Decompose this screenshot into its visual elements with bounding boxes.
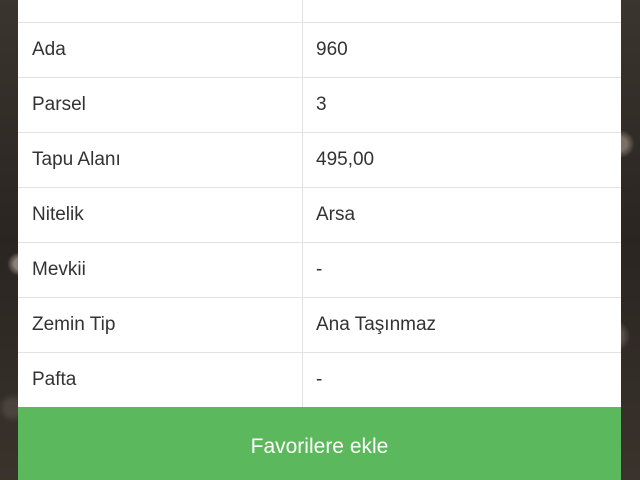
row-value: -: [302, 242, 621, 298]
row-label: Parsel: [18, 77, 303, 133]
row-value: Arsa: [302, 187, 621, 243]
add-to-favorites-button[interactable]: Favorilere ekle: [18, 407, 621, 480]
row-value: 960: [302, 22, 621, 78]
row-label: Pafta: [18, 352, 303, 408]
row-label: Mevkii: [18, 242, 303, 298]
table-row: Ada 960: [18, 22, 621, 78]
row-label: Tapu Alanı: [18, 132, 303, 188]
table-row: Zemin Tip Ana Taşınmaz: [18, 297, 621, 353]
table-row: Mevkii -: [18, 242, 621, 298]
row-value: 495,00: [302, 132, 621, 188]
row-value: 125565: [302, 0, 621, 23]
row-label: Mahalle No: [18, 0, 303, 23]
row-value: 3: [302, 77, 621, 133]
row-label: Ada: [18, 22, 303, 78]
table-row: Tapu Alanı 495,00: [18, 132, 621, 188]
row-value: -: [302, 352, 621, 408]
row-label: Nitelik: [18, 187, 303, 243]
row-label: Zemin Tip: [18, 297, 303, 353]
row-value: Ana Taşınmaz: [302, 297, 621, 353]
parcel-details-table: Mahalle No 125565 Ada 960 Parsel 3 Tapu …: [18, 0, 621, 408]
table-row: Mahalle No 125565: [18, 0, 621, 23]
table-row: Pafta -: [18, 352, 621, 408]
table-row: Nitelik Arsa: [18, 187, 621, 243]
table-row: Parsel 3: [18, 77, 621, 133]
